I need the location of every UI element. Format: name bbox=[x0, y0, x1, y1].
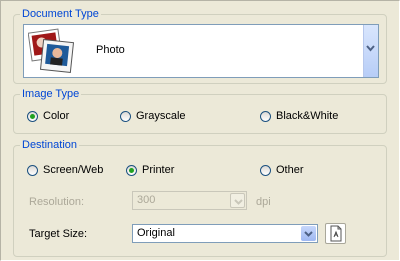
target-size-dropdown-button[interactable] bbox=[301, 226, 316, 241]
target-size-label: Target Size: bbox=[29, 228, 88, 240]
radio-other[interactable]: Other bbox=[260, 164, 304, 176]
radio-label: Grayscale bbox=[136, 110, 186, 122]
document-type-dropdown-button[interactable] bbox=[363, 25, 378, 77]
target-size-settings-button[interactable] bbox=[325, 223, 346, 244]
radio-indicator bbox=[260, 110, 271, 122]
image-type-group: Image Type Color Grayscale Black&White bbox=[13, 88, 387, 134]
radio-label: Screen/Web bbox=[43, 164, 104, 176]
document-size-icon bbox=[330, 225, 342, 242]
radio-label: Other bbox=[276, 164, 304, 176]
radio-black-white[interactable]: Black&White bbox=[260, 110, 338, 122]
target-size-select[interactable]: Original bbox=[132, 224, 318, 243]
document-type-legend: Document Type bbox=[20, 8, 101, 21]
radio-grayscale[interactable]: Grayscale bbox=[120, 110, 186, 122]
document-type-value: Photo bbox=[96, 44, 125, 56]
radio-color[interactable]: Color bbox=[27, 110, 69, 122]
radio-indicator bbox=[27, 110, 38, 122]
destination-legend: Destination bbox=[20, 139, 80, 152]
chevron-down-icon bbox=[366, 45, 375, 52]
resolution-select[interactable]: 300 bbox=[132, 191, 247, 210]
destination-group: Destination Screen/Web Printer Other Res… bbox=[13, 139, 387, 257]
radio-label: Color bbox=[43, 110, 70, 122]
document-type-select[interactable]: Photo bbox=[23, 24, 379, 78]
radio-indicator bbox=[126, 164, 137, 176]
resolution-dropdown-button[interactable] bbox=[230, 193, 245, 208]
target-size-value: Original bbox=[137, 227, 175, 239]
radio-label: Printer bbox=[142, 164, 175, 176]
resolution-unit: dpi bbox=[256, 196, 271, 208]
chevron-down-icon bbox=[304, 231, 313, 237]
radio-indicator bbox=[260, 164, 271, 176]
resolution-value: 300 bbox=[137, 194, 156, 206]
radio-indicator bbox=[27, 164, 38, 176]
photo-thumbnail-icon bbox=[28, 28, 74, 74]
image-type-legend: Image Type bbox=[20, 88, 82, 101]
chevron-down-icon bbox=[234, 199, 243, 205]
radio-indicator bbox=[120, 110, 131, 122]
document-type-group: Document Type Photo bbox=[13, 8, 387, 84]
radio-printer[interactable]: Printer bbox=[126, 164, 174, 176]
resolution-label: Resolution: bbox=[29, 196, 85, 208]
radio-label: Black&White bbox=[276, 110, 339, 122]
radio-screen-web[interactable]: Screen/Web bbox=[27, 164, 103, 176]
